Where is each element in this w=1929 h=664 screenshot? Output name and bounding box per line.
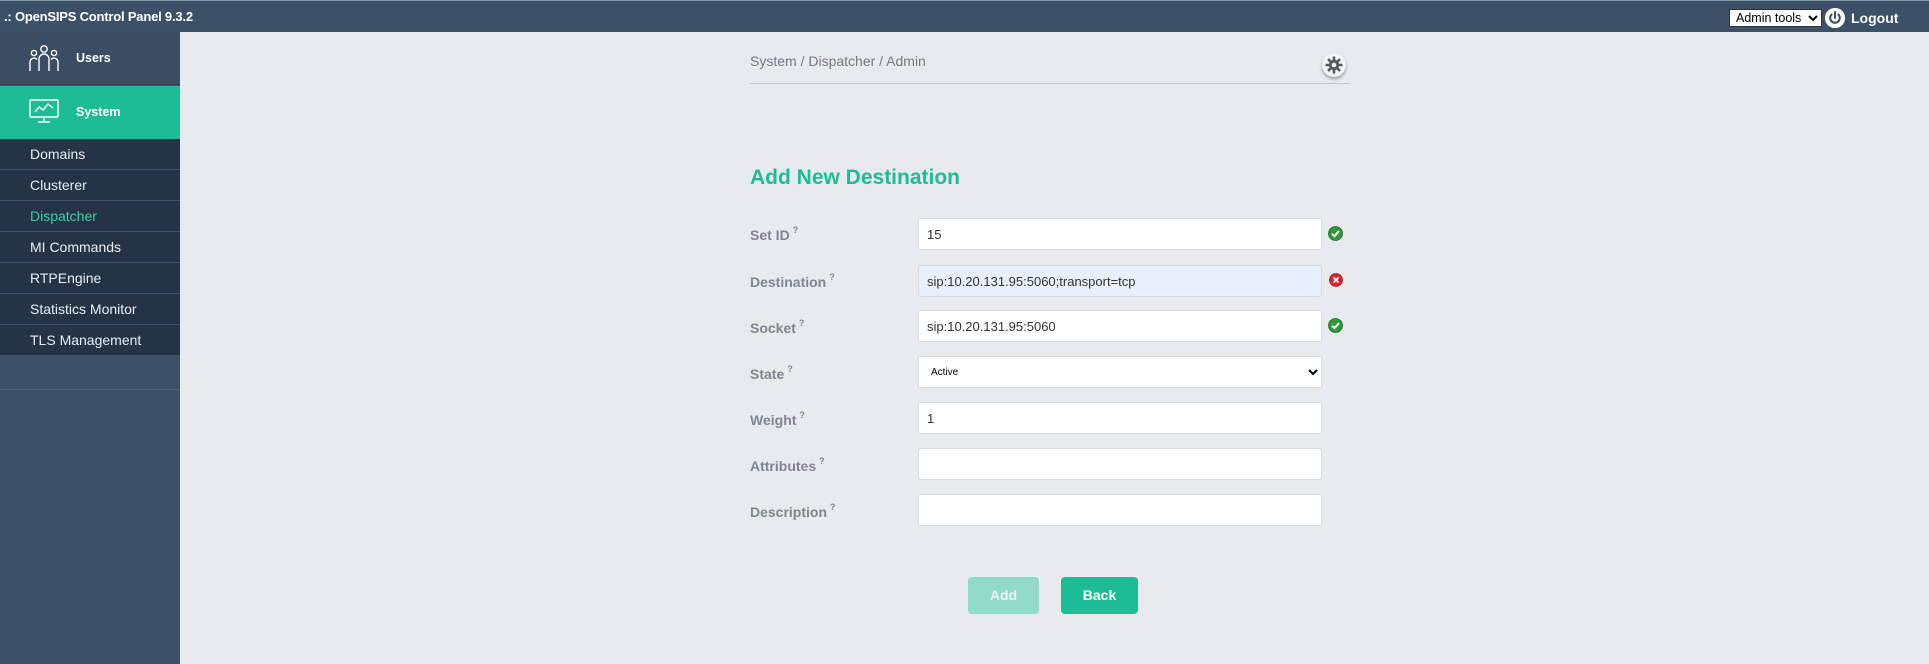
- help-marker[interactable]: ?: [799, 318, 805, 328]
- help-marker[interactable]: ?: [799, 410, 805, 420]
- state-select[interactable]: Active: [918, 356, 1322, 388]
- users-icon: [28, 44, 60, 79]
- attributes-label: Attributes?: [750, 456, 825, 474]
- valid-check-icon: [1328, 226, 1343, 241]
- help-marker[interactable]: ?: [830, 502, 836, 512]
- description-input[interactable]: [918, 494, 1322, 526]
- sidebar-item-rtpengine[interactable]: RTPEngine: [0, 263, 180, 294]
- state-label: State?: [750, 364, 793, 382]
- top-bar: .: OpenSIPS Control Panel 9.3.2 Admin to…: [0, 0, 1929, 32]
- system-submenu: Domains Clusterer Dispatcher MI Commands…: [0, 139, 180, 356]
- weight-input[interactable]: [918, 402, 1322, 434]
- sidebar: Users System Domains Clusterer Dispatche…: [0, 32, 180, 664]
- weight-label: Weight?: [750, 410, 805, 428]
- socket-label: Socket?: [750, 318, 805, 336]
- back-button[interactable]: Back: [1061, 577, 1138, 614]
- socket-input[interactable]: [918, 310, 1322, 342]
- sidebar-item-label: System: [76, 105, 121, 119]
- sidebar-item-users[interactable]: Users: [0, 32, 180, 85]
- sidebar-item-statistics-monitor[interactable]: Statistics Monitor: [0, 294, 180, 325]
- form-title: Add New Destination: [750, 166, 961, 189]
- destination-input[interactable]: [918, 265, 1322, 297]
- sidebar-item-mi-commands[interactable]: MI Commands: [0, 232, 180, 263]
- set-id-label: Set ID?: [750, 225, 799, 243]
- help-marker[interactable]: ?: [819, 456, 825, 466]
- admin-tools-select[interactable]: Admin tools: [1729, 9, 1822, 27]
- help-marker[interactable]: ?: [829, 272, 835, 282]
- settings-button[interactable]: [1322, 53, 1346, 77]
- breadcrumb-divider: [750, 83, 1350, 84]
- destination-label: Destination?: [750, 272, 835, 290]
- description-label: Description?: [750, 502, 836, 520]
- help-marker[interactable]: ?: [793, 225, 799, 235]
- sidebar-item-system[interactable]: System: [0, 86, 180, 139]
- app-title: .: OpenSIPS Control Panel 9.3.2: [4, 9, 193, 24]
- valid-check-icon: [1328, 318, 1343, 333]
- sidebar-item-label: Users: [76, 51, 111, 65]
- sidebar-item-clusterer[interactable]: Clusterer: [0, 170, 180, 201]
- attributes-input[interactable]: [918, 448, 1322, 480]
- logout-link[interactable]: Logout: [1851, 10, 1898, 26]
- sidebar-item-domains[interactable]: Domains: [0, 139, 180, 170]
- sidebar-divider: [0, 389, 180, 390]
- gear-icon: [1325, 56, 1343, 74]
- system-monitor-icon: [28, 98, 60, 129]
- sidebar-item-dispatcher[interactable]: Dispatcher: [0, 201, 180, 232]
- set-id-input[interactable]: [918, 218, 1322, 250]
- invalid-cross-icon: [1329, 273, 1344, 288]
- sidebar-item-tls-management[interactable]: TLS Management: [0, 325, 180, 356]
- add-button[interactable]: Add: [968, 577, 1039, 614]
- help-marker[interactable]: ?: [787, 364, 793, 374]
- power-icon[interactable]: [1825, 8, 1845, 28]
- breadcrumb: System / Dispatcher / Admin: [750, 53, 926, 69]
